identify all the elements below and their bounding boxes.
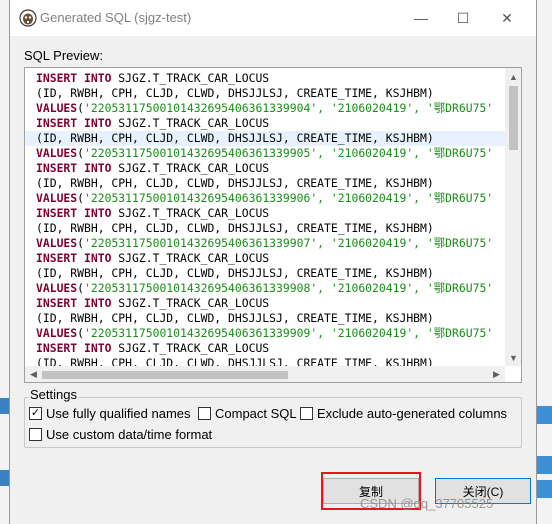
sql-line: VALUES('22053117500101432695406361339908… (25, 281, 505, 296)
sql-table-name: SJGZ.T_TRACK_CAR_LOCUS (111, 206, 270, 220)
background-row (537, 480, 552, 498)
sql-table-name: SJGZ.T_TRACK_CAR_LOCUS (111, 116, 270, 130)
option-compact-sql[interactable]: Compact SQL (198, 406, 297, 421)
sql-preview-editor[interactable]: INSERT INTO SJGZ.T_TRACK_CAR_LOCUS (ID, R… (24, 67, 522, 383)
option-label: Use fully qualified names (46, 406, 191, 421)
option-label: Use custom data/time format (46, 427, 213, 442)
sql-keyword: INSERT INTO (36, 296, 112, 310)
generated-sql-dialog: Generated SQL (sjgz-test) — ☐ ✕ SQL Prev… (9, 0, 537, 524)
sql-plate-value: 鄂DR6U75' (433, 101, 494, 115)
sql-line: (ID, RWBH, CPH, CLJD, CLWD, DHSJJLSJ, CR… (25, 311, 505, 326)
sql-keyword: VALUES (36, 101, 78, 115)
sql-column-list: (ID, RWBH, CPH, CLJD, CLWD, DHSJJLSJ, CR… (36, 356, 434, 366)
sql-line: VALUES('22053117500101432695406361339909… (25, 326, 505, 341)
sql-table-name: SJGZ.T_TRACK_CAR_LOCUS (111, 341, 270, 355)
compact-sql-checkbox[interactable] (198, 407, 211, 420)
sql-table-name: SJGZ.T_TRACK_CAR_LOCUS (111, 251, 270, 265)
sql-column-list: (ID, RWBH, CPH, CLJD, CLWD, DHSJJLSJ, CR… (36, 221, 434, 235)
background-row (0, 398, 9, 414)
sql-plate-value: 鄂DR6U75' (433, 326, 494, 340)
sql-plate-value: 鄂DR6U75' (433, 191, 494, 205)
sql-values: ('22053117500101432695406361339906', '21… (77, 191, 434, 205)
option-fully-qualified-names[interactable]: ✓ Use fully qualified names (29, 406, 191, 421)
sql-plate-value: 鄂DR6U75' (433, 281, 494, 295)
option-label: Compact SQL (215, 406, 297, 421)
sql-keyword: INSERT INTO (36, 206, 112, 220)
fully-qualified-names-checkbox[interactable]: ✓ (29, 407, 42, 420)
option-exclude-auto-generated[interactable]: Exclude auto-generated columns (300, 406, 507, 421)
minimize-button[interactable]: — (398, 0, 444, 36)
sql-keyword: INSERT INTO (36, 251, 112, 265)
sql-line: INSERT INTO SJGZ.T_TRACK_CAR_LOCUS (25, 116, 505, 131)
option-label: Exclude auto-generated columns (317, 406, 508, 421)
dbeaver-app-icon (19, 9, 37, 27)
background-row (0, 470, 9, 486)
sql-values: ('22053117500101432695406361339909', '21… (77, 326, 434, 340)
sql-line: VALUES('22053117500101432695406361339905… (25, 146, 505, 161)
sql-plate-value: 鄂DR6U75' (433, 236, 494, 250)
scroll-up-icon[interactable]: ▲ (505, 68, 521, 85)
sql-line: (ID, RWBH, CPH, CLJD, CLWD, DHSJJLSJ, CR… (25, 86, 505, 101)
sql-line: VALUES('22053117500101432695406361339907… (25, 236, 505, 251)
sql-keyword: INSERT INTO (36, 116, 112, 130)
sql-keyword: INSERT INTO (36, 161, 112, 175)
sql-keyword: INSERT INTO (36, 341, 112, 355)
sql-table-name: SJGZ.T_TRACK_CAR_LOCUS (111, 71, 270, 85)
csdn-watermark: CSDN @qq_37705525 (360, 496, 494, 511)
sql-line: (ID, RWBH, CPH, CLJD, CLWD, DHSJJLSJ, CR… (25, 356, 505, 366)
close-window-button[interactable]: ✕ (484, 0, 530, 36)
sql-values: ('22053117500101432695406361339905', '21… (77, 146, 434, 160)
sql-keyword: VALUES (36, 326, 78, 340)
sql-keyword: VALUES (36, 281, 78, 295)
sql-column-list: (ID, RWBH, CPH, CLJD, CLWD, DHSJJLSJ, CR… (36, 131, 434, 145)
exclude-auto-generated-checkbox[interactable] (300, 407, 313, 420)
sql-keyword: INSERT INTO (36, 71, 112, 85)
sql-preview-label: SQL Preview: (24, 48, 103, 63)
scroll-right-icon[interactable]: ▶ (488, 366, 505, 382)
sql-column-list: (ID, RWBH, CPH, CLJD, CLWD, DHSJJLSJ, CR… (36, 266, 434, 280)
maximize-button[interactable]: ☐ (440, 0, 486, 36)
title-bar[interactable]: Generated SQL (sjgz-test) — ☐ ✕ (10, 0, 536, 36)
option-custom-datetime-format[interactable]: Use custom data/time format (29, 427, 212, 442)
sql-table-name: SJGZ.T_TRACK_CAR_LOCUS (111, 296, 270, 310)
background-row (537, 406, 552, 424)
sql-keyword: VALUES (36, 146, 78, 160)
sql-keyword: VALUES (36, 191, 78, 205)
sql-values: ('22053117500101432695406361339908', '21… (77, 281, 434, 295)
horizontal-scrollbar[interactable]: ◀ ▶ (25, 366, 505, 382)
sql-column-list: (ID, RWBH, CPH, CLJD, CLWD, DHSJJLSJ, CR… (36, 176, 434, 190)
sql-line: INSERT INTO SJGZ.T_TRACK_CAR_LOCUS (25, 71, 505, 86)
custom-datetime-format-checkbox[interactable] (29, 428, 42, 441)
sql-code-area[interactable]: INSERT INTO SJGZ.T_TRACK_CAR_LOCUS (ID, R… (25, 68, 505, 366)
vertical-scrollbar[interactable]: ▲ ▼ (505, 68, 521, 366)
sql-plate-value: 鄂DR6U75' (433, 146, 494, 160)
sql-line: INSERT INTO SJGZ.T_TRACK_CAR_LOCUS (25, 296, 505, 311)
scroll-left-icon[interactable]: ◀ (25, 366, 42, 382)
sql-line: INSERT INTO SJGZ.T_TRACK_CAR_LOCUS (25, 341, 505, 356)
horizontal-scroll-thumb[interactable] (42, 371, 288, 379)
sql-column-list: (ID, RWBH, CPH, CLJD, CLWD, DHSJJLSJ, CR… (36, 86, 434, 100)
sql-keyword: VALUES (36, 236, 78, 250)
vertical-scroll-thumb[interactable] (509, 86, 518, 150)
sql-values: ('22053117500101432695406361339907', '21… (77, 236, 434, 250)
sql-values: ('22053117500101432695406361339904', '21… (77, 101, 434, 115)
background-row (537, 456, 552, 474)
sql-line: INSERT INTO SJGZ.T_TRACK_CAR_LOCUS (25, 251, 505, 266)
sql-table-name: SJGZ.T_TRACK_CAR_LOCUS (111, 161, 270, 175)
sql-line: (ID, RWBH, CPH, CLJD, CLWD, DHSJJLSJ, CR… (25, 131, 505, 146)
sql-line: (ID, RWBH, CPH, CLJD, CLWD, DHSJJLSJ, CR… (25, 176, 505, 191)
sql-column-list: (ID, RWBH, CPH, CLJD, CLWD, DHSJJLSJ, CR… (36, 311, 434, 325)
sql-line: INSERT INTO SJGZ.T_TRACK_CAR_LOCUS (25, 206, 505, 221)
background-app-right (537, 0, 552, 524)
sql-line: (ID, RWBH, CPH, CLJD, CLWD, DHSJJLSJ, CR… (25, 266, 505, 281)
settings-label: Settings (28, 387, 79, 402)
sql-line: (ID, RWBH, CPH, CLJD, CLWD, DHSJJLSJ, CR… (25, 221, 505, 236)
sql-line: VALUES('22053117500101432695406361339904… (25, 101, 505, 116)
window-title: Generated SQL (sjgz-test) (40, 10, 192, 25)
sql-line: INSERT INTO SJGZ.T_TRACK_CAR_LOCUS (25, 161, 505, 176)
scroll-down-icon[interactable]: ▼ (505, 349, 521, 366)
background-app-left (0, 0, 9, 524)
sql-line: VALUES('22053117500101432695406361339906… (25, 191, 505, 206)
